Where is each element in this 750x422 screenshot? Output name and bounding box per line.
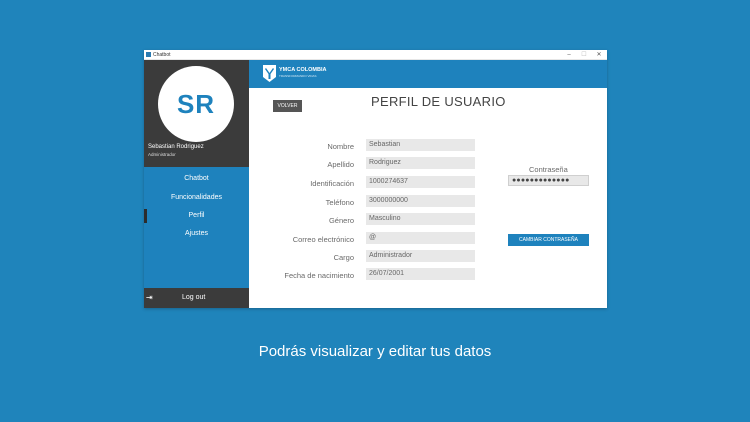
avatar: SR [158, 66, 234, 142]
identificacion-field[interactable]: 1000274637 [366, 176, 475, 188]
avatar-initials: SR [176, 88, 216, 119]
telefono-field[interactable]: 3000000000 [366, 195, 475, 207]
field-label-fecha-nacimiento: Fecha de nacimiento [284, 271, 354, 280]
maximize-button[interactable]: ☐ [576, 50, 592, 60]
window-title: Chatbot [153, 52, 171, 58]
profile-role: Administrador [148, 152, 176, 157]
back-button[interactable]: VOLVER [273, 100, 302, 112]
app-icon [146, 52, 151, 57]
field-label-cargo: Cargo [333, 253, 354, 262]
title-bar: Chatbot – ☐ ✕ [144, 50, 607, 60]
cargo-field[interactable]: Administrador [366, 250, 475, 262]
correo-field[interactable]: @ [366, 232, 475, 244]
field-label-correo: Correo electrónico [292, 235, 354, 244]
field-label-nombre: Nombre [327, 142, 354, 151]
sidebar-item-funcionalidades[interactable]: Funcionalidades [144, 191, 249, 205]
fecha-nacimiento-field[interactable]: 26/07/2001 [366, 268, 475, 280]
apellido-field[interactable]: Rodriguez [366, 157, 475, 169]
header-bar: YMCA COLOMBIA TRANSFORMANDO VIDAS [249, 60, 607, 88]
sidebar: SR Sebastian Rodriguez Administrador Cha… [144, 60, 249, 308]
close-button[interactable]: ✕ [591, 50, 607, 60]
field-label-telefono: Teléfono [325, 198, 354, 207]
change-password-button[interactable]: CAMBIAR CONTRASEÑA [508, 234, 589, 246]
minimize-button[interactable]: – [561, 50, 577, 60]
brand-tagline: TRANSFORMANDO VIDAS [279, 74, 317, 78]
profile-name: Sebastian Rodriguez [148, 144, 204, 150]
genero-field[interactable]: Masculino [366, 213, 475, 225]
app-window: Chatbot – ☐ ✕ SR Sebastian Rodriguez Adm… [144, 50, 607, 308]
password-field[interactable]: ●●●●●●●●●●●●● [508, 175, 589, 186]
page-title: PERFIL DE USUARIO [371, 94, 506, 109]
sidebar-item-perfil[interactable]: Perfil [144, 209, 249, 223]
sidebar-item-chatbot[interactable]: Chatbot [144, 172, 249, 186]
logout-button[interactable]: ⇥ Log out [144, 288, 249, 308]
ymca-logo-icon [263, 65, 276, 82]
brand-name: YMCA COLOMBIA [279, 67, 327, 73]
field-label-apellido: Apellido [327, 160, 354, 169]
logout-icon: ⇥ [146, 293, 153, 302]
profile-card: SR Sebastian Rodriguez Administrador [144, 60, 249, 167]
field-label-identificacion: Identificación [310, 179, 354, 188]
sidebar-item-ajustes[interactable]: Ajustes [144, 227, 249, 241]
password-label: Contraseña [529, 165, 568, 174]
logout-label: Log out [182, 294, 206, 301]
nombre-field[interactable]: Sebastian [366, 139, 475, 151]
caption-text: Podrás visualizar y editar tus datos [258, 343, 492, 360]
field-label-genero: Género [328, 216, 354, 225]
